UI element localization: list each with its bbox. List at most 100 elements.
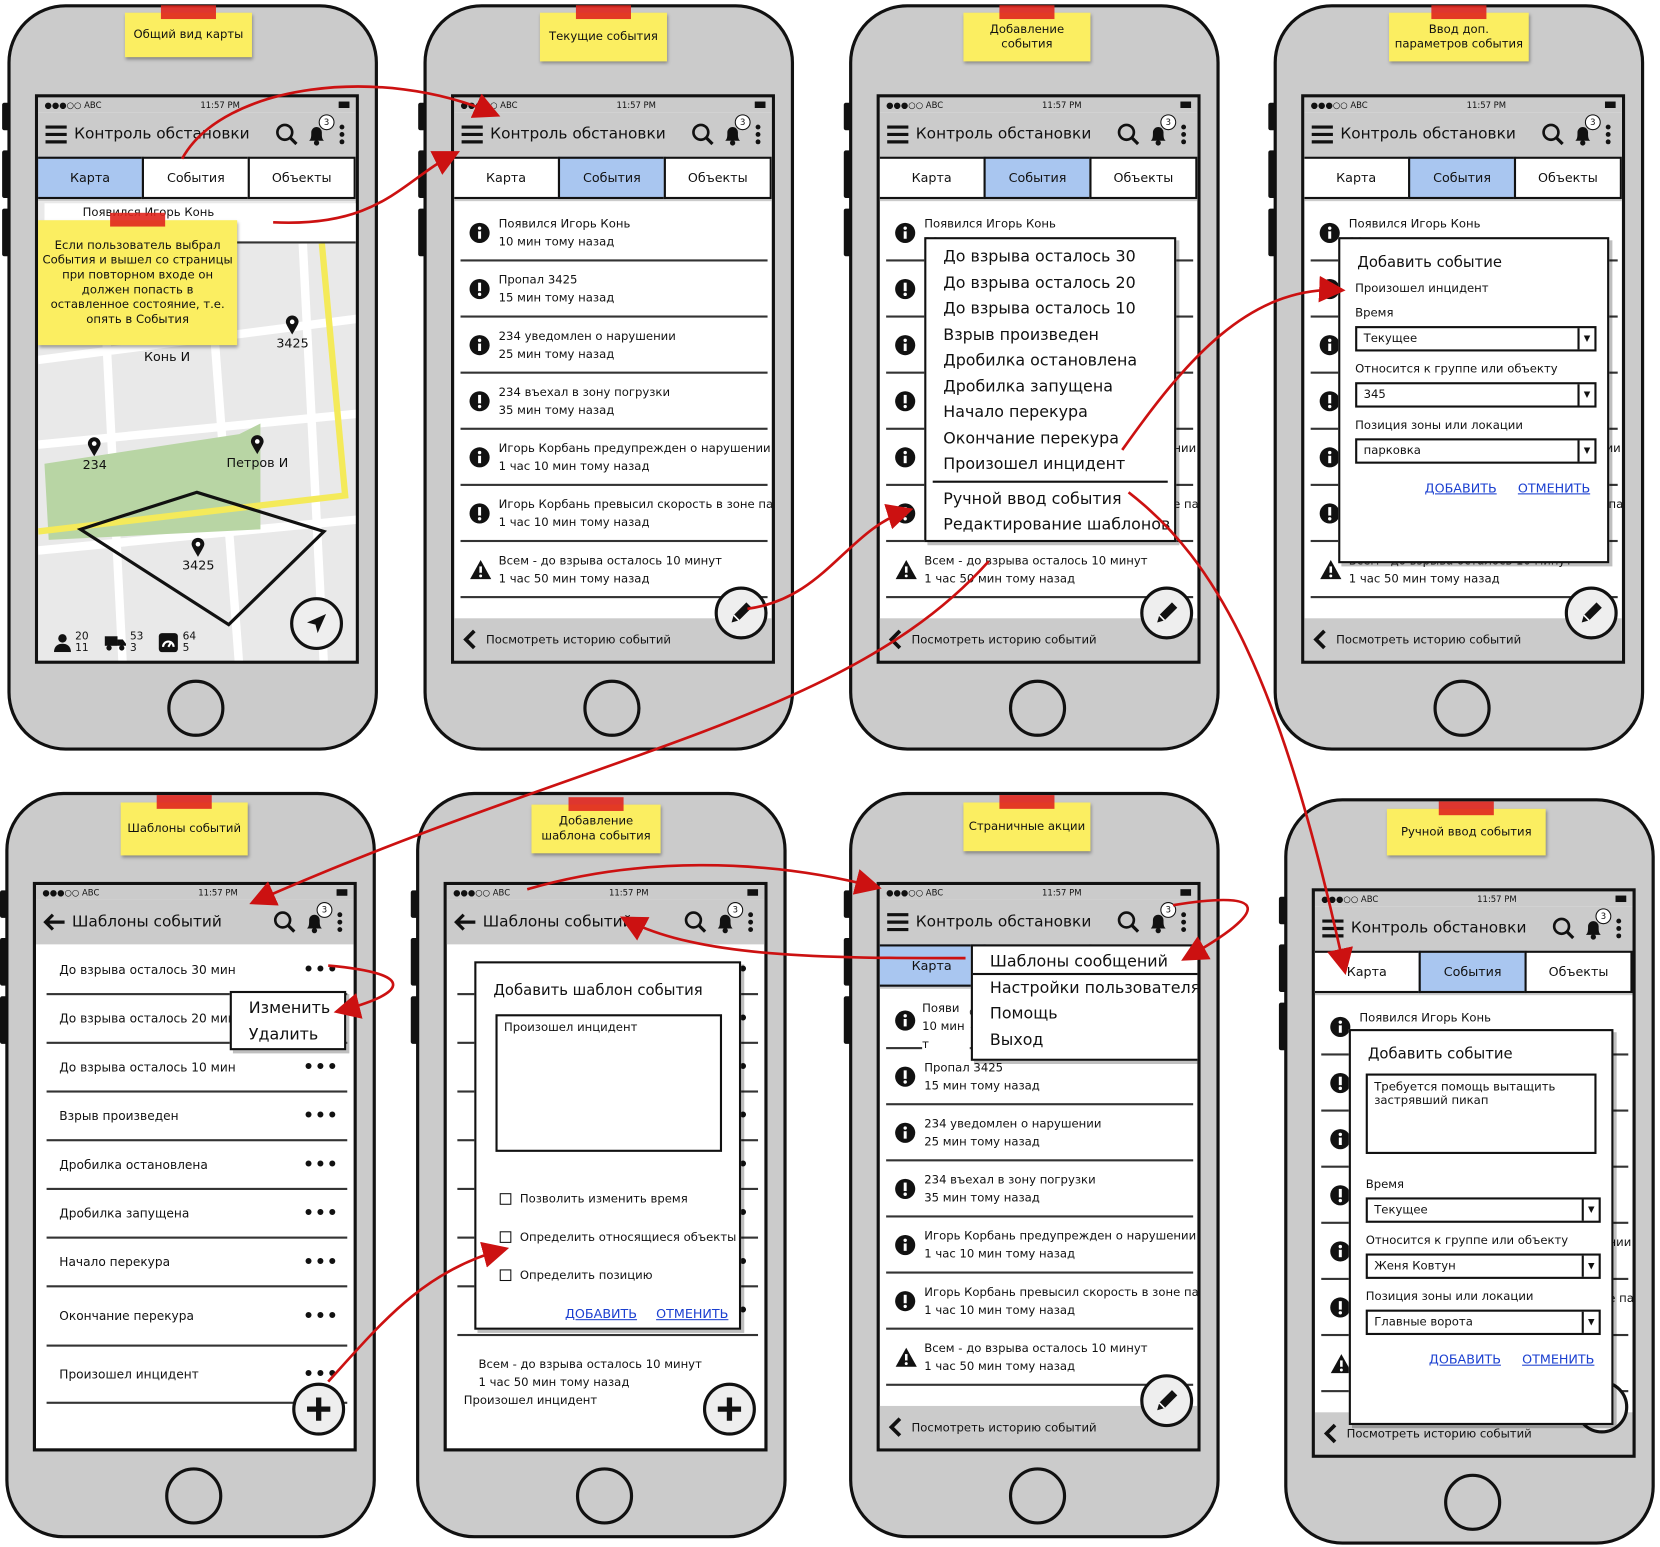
template-row[interactable]: Дробилка остановлена •••: [46, 1141, 348, 1190]
cancel-button[interactable]: ОТМЕНИТЬ: [1522, 1352, 1594, 1367]
event-row[interactable]: 234 уведомлен о нарушении 25 мин тому наз…: [460, 318, 768, 374]
checkbox[interactable]: [499, 1192, 512, 1205]
add-template-fab[interactable]: [702, 1382, 756, 1436]
add-button[interactable]: ДОБАВИТЬ: [1429, 1352, 1501, 1367]
cancel-button[interactable]: ОТМЕНИТЬ: [1518, 481, 1590, 496]
event-row[interactable]: 234 въехал в зону погрузки 35 мин тому на…: [460, 374, 768, 430]
page-menu-item[interactable]: Настройки пользователя: [973, 975, 1198, 1001]
more-horizontal-icon[interactable]: •••: [303, 1058, 339, 1075]
tab-objects[interactable]: Объекты: [1089, 156, 1198, 200]
more-horizontal-icon[interactable]: •••: [303, 1253, 339, 1270]
group-select[interactable]: Женя Ковтун ▼: [1365, 1253, 1601, 1279]
tab-events[interactable]: События: [1408, 156, 1517, 200]
more-vertical-icon[interactable]: [1180, 124, 1187, 145]
event-row[interactable]: 234 уведомлен о нарушении 25 мин тому наз…: [886, 1105, 1194, 1162]
home-button[interactable]: [1008, 679, 1067, 737]
tab-map[interactable]: Карта: [879, 156, 986, 200]
hamburger-menu-icon[interactable]: [886, 125, 909, 144]
menu-template-item[interactable]: Взрыв произведен: [926, 321, 1174, 347]
home-button[interactable]: [1433, 679, 1491, 737]
history-link[interactable]: Посмотреть историю событий: [912, 633, 1097, 647]
home-button[interactable]: [1444, 1473, 1502, 1531]
notifications-bell-icon[interactable]: 3: [1147, 114, 1177, 146]
tab-map[interactable]: Карта: [38, 156, 144, 200]
template-row[interactable]: До взрыва осталось 10 мин •••: [46, 1044, 348, 1093]
more-horizontal-icon[interactable]: •••: [303, 1107, 339, 1124]
add-event-fab[interactable]: [714, 586, 768, 640]
menu-template-item[interactable]: Начало перекура: [926, 399, 1174, 425]
event-row[interactable]: Появился Игорь Конь 10 мин тому назад: [460, 205, 768, 262]
hamburger-menu-icon[interactable]: [44, 125, 67, 144]
template-row[interactable]: Взрыв произведен •••: [46, 1093, 348, 1142]
menu-template-item[interactable]: Произошел инцидент: [926, 451, 1174, 477]
template-row[interactable]: Начало перекура •••: [46, 1239, 348, 1288]
tab-objects[interactable]: Объекты: [1513, 156, 1622, 200]
checkbox[interactable]: [499, 1268, 512, 1281]
tab-map[interactable]: Карта: [1314, 950, 1421, 994]
history-link[interactable]: Посмотреть историю событий: [912, 1420, 1097, 1434]
search-icon[interactable]: [273, 910, 296, 933]
search-icon[interactable]: [275, 123, 298, 146]
more-horizontal-icon[interactable]: •••: [303, 1156, 339, 1173]
menu-template-item[interactable]: До взрыва осталось 20: [926, 269, 1174, 295]
menu-template-item[interactable]: Дробилка остановлена: [926, 347, 1174, 373]
home-button[interactable]: [167, 679, 225, 737]
event-row[interactable]: Всем - до взрыва осталось 10 минут 1 час …: [460, 542, 768, 599]
home-button[interactable]: [1008, 1467, 1067, 1525]
event-text-input[interactable]: Требуется помощь вытащить застрявший пик…: [1365, 1073, 1597, 1154]
edit-templates-item[interactable]: Редактирование шаблонов: [926, 511, 1174, 537]
event-row[interactable]: Игорь Корбань превысил скорость в зоне п…: [886, 1274, 1197, 1330]
page-menu-item[interactable]: Помощь: [973, 1000, 1197, 1026]
event-row[interactable]: 234 въехал в зону погрузки 35 мин тому на…: [886, 1161, 1194, 1218]
locate-me-button[interactable]: [290, 597, 344, 651]
event-row[interactable]: Пропал 3425 15 мин тому назад: [460, 261, 768, 318]
more-vertical-icon[interactable]: [1605, 124, 1611, 145]
menu-template-item[interactable]: Дробилка запущена: [926, 373, 1174, 399]
more-horizontal-icon[interactable]: •••: [303, 1307, 339, 1324]
home-button[interactable]: [165, 1467, 223, 1525]
tab-events[interactable]: События: [1418, 950, 1527, 994]
delete-item[interactable]: Удалить: [232, 1022, 344, 1048]
group-select[interactable]: 345 ▼: [1355, 382, 1597, 408]
hamburger-menu-icon[interactable]: [1321, 919, 1344, 938]
history-link[interactable]: Посмотреть историю событий: [486, 633, 671, 647]
more-horizontal-icon[interactable]: •••: [303, 961, 339, 978]
event-row[interactable]: Всем - до взрыва осталось 10 минут 1 час …: [886, 542, 1194, 599]
search-icon[interactable]: [1541, 123, 1564, 146]
manual-entry-item[interactable]: Ручной ввод события: [926, 485, 1174, 511]
tab-events[interactable]: События: [141, 156, 250, 200]
map-marker[interactable]: Конь И: [144, 349, 190, 364]
add-event-fab[interactable]: [1564, 586, 1618, 640]
cancel-button[interactable]: ОТМЕНИТЬ: [656, 1306, 728, 1321]
more-vertical-icon[interactable]: [1616, 918, 1622, 939]
search-icon[interactable]: [1552, 917, 1575, 940]
more-horizontal-icon[interactable]: •••: [303, 1204, 339, 1221]
menu-template-item[interactable]: Окончание перекура: [926, 425, 1174, 451]
notifications-bell-icon[interactable]: 3: [1147, 902, 1177, 934]
add-event-fab[interactable]: [1140, 586, 1194, 640]
zone-select[interactable]: Главные ворота ▼: [1365, 1309, 1601, 1336]
checkbox-row[interactable]: Позволить изменить время: [476, 1179, 739, 1217]
map-marker[interactable]: Петров И: [227, 434, 288, 470]
zone-select[interactable]: парковка ▼: [1355, 438, 1597, 464]
back-arrow-icon[interactable]: [42, 913, 65, 932]
more-vertical-icon[interactable]: [755, 124, 761, 145]
home-button[interactable]: [583, 679, 641, 737]
menu-template-item[interactable]: До взрыва осталось 30: [926, 244, 1174, 270]
more-vertical-icon[interactable]: [747, 912, 754, 933]
notifications-bell-icon[interactable]: 3: [721, 114, 751, 146]
add-button[interactable]: ДОБАВИТЬ: [1425, 481, 1497, 496]
more-horizontal-icon[interactable]: •••: [303, 1365, 339, 1382]
tab-events[interactable]: События: [983, 156, 1092, 200]
template-row[interactable]: Окончание перекура •••: [46, 1287, 348, 1347]
menu-template-item[interactable]: До взрыва осталось 10: [926, 295, 1174, 321]
search-icon[interactable]: [691, 123, 714, 146]
event-row[interactable]: Игорь Корбань предупрежден о нарушении 1 …: [886, 1218, 1196, 1274]
checkbox-row[interactable]: Определить относящиеся объекты: [476, 1218, 739, 1256]
tab-map[interactable]: Карта: [454, 156, 561, 200]
history-link[interactable]: Посмотреть историю событий: [1347, 1427, 1532, 1441]
tab-map[interactable]: Карта: [1304, 156, 1411, 200]
hamburger-menu-icon[interactable]: [1311, 125, 1334, 144]
event-row[interactable]: Игорь Корбань предупрежден о нарушении 1 …: [460, 430, 771, 486]
tab-objects[interactable]: Объекты: [663, 156, 772, 200]
